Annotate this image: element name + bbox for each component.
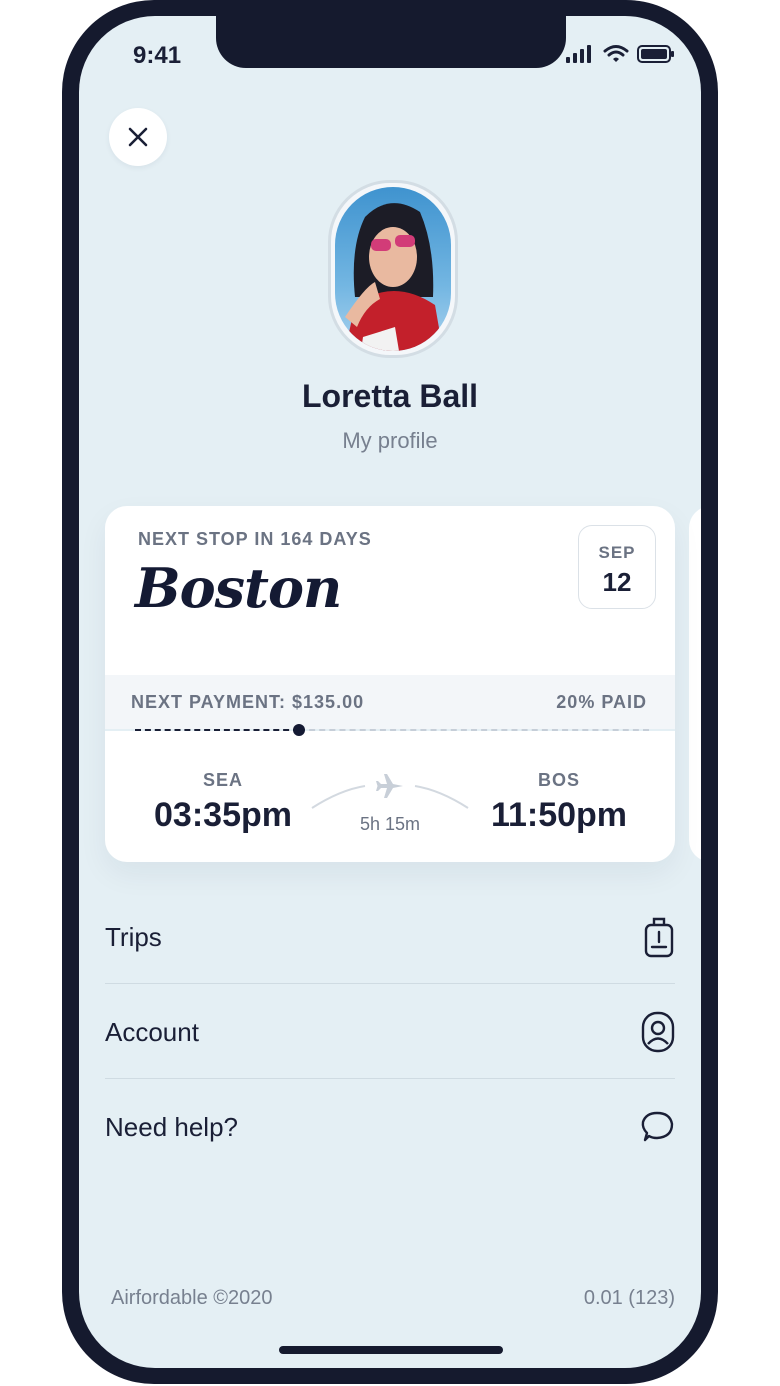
airplane-icon — [376, 774, 403, 798]
notch — [216, 16, 566, 68]
home-indicator[interactable] — [279, 1346, 503, 1354]
screen: 9:41 Loretta Ball My profile NEXT STOP I… — [79, 16, 701, 1368]
menu-item-trips[interactable]: Trips — [105, 890, 675, 984]
trip-card[interactable]: NEXT STOP IN 164 DAYS Boston SEP 12 NEXT… — [105, 506, 675, 862]
next-stop-label: NEXT STOP IN 164 DAYS — [138, 529, 372, 549]
luggage-icon — [644, 917, 674, 958]
status-time: 9:41 — [133, 42, 182, 69]
menu-item-help[interactable]: Need help? — [105, 1080, 675, 1174]
payment-progress-remaining — [299, 729, 649, 733]
menu-divider — [105, 1078, 675, 1079]
next-trip-card-peek[interactable] — [689, 506, 701, 862]
avatar-photo — [335, 187, 451, 351]
menu-item-label: Need help? — [105, 1111, 238, 1142]
chat-bubble-icon — [641, 1111, 674, 1142]
departure-time: 03:35pm — [154, 796, 292, 834]
destination-city: Boston — [135, 556, 342, 620]
payment-progress-marker — [293, 724, 305, 736]
avatar[interactable] — [328, 180, 458, 358]
flight-path — [311, 774, 469, 809]
menu-divider — [105, 983, 675, 984]
menu-item-label: Trips — [105, 921, 162, 952]
trip-date-badge: SEP 12 — [578, 525, 656, 609]
departure-code: SEA — [202, 770, 243, 790]
payment-progress-filled — [135, 729, 299, 733]
copyright-text: Airfordable ©2020 — [111, 1287, 273, 1309]
arrival-time: 11:50pm — [490, 796, 628, 834]
flight-duration: 5h 15m — [359, 814, 421, 834]
profile-name: Loretta Ball — [301, 378, 479, 414]
menu-item-label: Account — [105, 1016, 199, 1047]
arrival-code: BOS — [537, 770, 580, 790]
profile-subtitle[interactable]: My profile — [79, 428, 701, 454]
version-text: 0.01 (123) — [583, 1287, 675, 1309]
status-icons — [565, 44, 675, 64]
trip-date-month: SEP — [598, 543, 636, 562]
paid-percent-label: 20% PAID — [556, 692, 647, 712]
wifi-icon — [603, 45, 629, 62]
battery-icon — [637, 45, 674, 63]
user-icon — [641, 1011, 675, 1053]
signal-icon — [566, 45, 591, 63]
menu-item-account[interactable]: Account — [105, 985, 675, 1079]
close-button[interactable] — [109, 108, 167, 166]
close-icon — [128, 127, 148, 147]
next-payment-label: NEXT PAYMENT: $135.00 — [131, 692, 365, 712]
trip-date-day: 12 — [602, 567, 632, 597]
payment-progress — [135, 724, 649, 736]
